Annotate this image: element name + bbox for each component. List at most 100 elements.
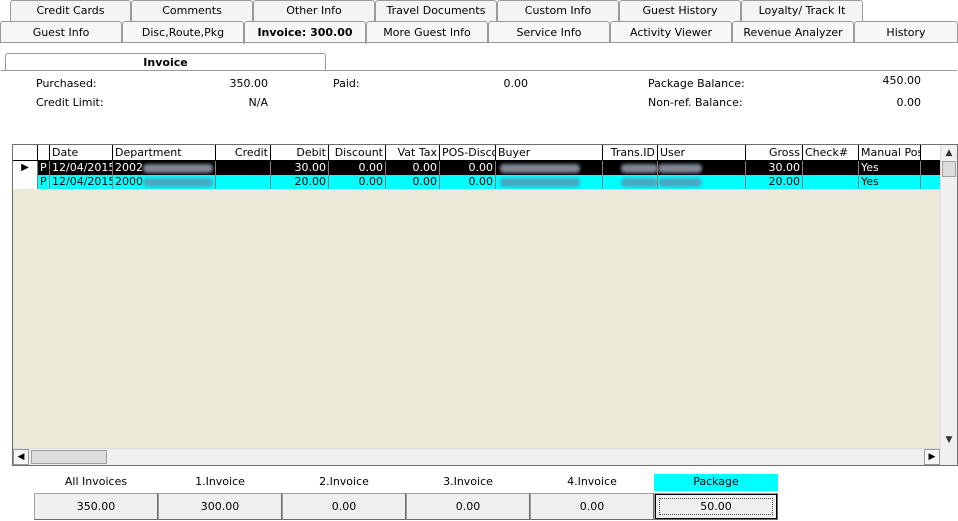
column-header-manual-post[interactable]: Manual Post — [859, 145, 921, 161]
tab-invoice[interactable]: Invoice: 300.00 — [244, 21, 366, 44]
row-discount: 0.00 — [329, 161, 386, 175]
column-header-flag[interactable] — [38, 145, 50, 161]
invoice-4-button[interactable]: 0.00 — [530, 493, 654, 520]
nonref-balance-value: 0.00 — [896, 96, 922, 109]
row-pos-discount: 0.00 — [440, 175, 496, 189]
row-gross: 20.00 — [746, 175, 803, 189]
column-header-buyer[interactable]: Buyer — [496, 145, 603, 161]
paid-value: 0.00 — [503, 77, 529, 90]
column-header-check[interactable]: Check# — [803, 145, 859, 161]
row-department-code: 2000 — [115, 175, 143, 188]
redacted-user — [658, 164, 702, 173]
purchased-value: 350.00 — [229, 77, 269, 90]
tab-other-info[interactable]: Other Info — [253, 0, 375, 21]
row-buyer — [496, 161, 603, 175]
row-user — [658, 161, 746, 175]
redacted-trans-id — [621, 164, 657, 173]
column-header-credit[interactable]: Credit — [216, 145, 271, 161]
tab-guest-history[interactable]: Guest History — [619, 0, 741, 21]
scroll-down-icon[interactable]: ▼ — [941, 432, 957, 448]
vertical-scroll-thumb[interactable] — [942, 161, 956, 177]
tab-history[interactable]: History — [854, 21, 958, 43]
scroll-up-icon[interactable]: ▲ — [941, 145, 957, 161]
package-button[interactable]: 50.00 — [654, 493, 778, 520]
all-invoices-label: All Invoices — [64, 475, 128, 488]
tab-custom-info[interactable]: Custom Info — [497, 0, 619, 21]
nonref-balance-label: Non-ref. Balance: — [648, 96, 743, 109]
invoice-2-button[interactable]: 0.00 — [282, 493, 406, 520]
transactions-grid[interactable]: Date Department Credit Debit Discount Va… — [12, 144, 958, 466]
row-pos-discount: 0.00 — [440, 161, 496, 175]
row-flag: P — [38, 161, 50, 175]
inner-tab-invoice[interactable]: Invoice — [5, 53, 326, 71]
tab-comments[interactable]: Comments — [131, 0, 253, 21]
row-flag: P — [38, 175, 50, 189]
row-credit — [216, 175, 271, 189]
invoice-2-label: 2.Invoice — [319, 475, 369, 488]
redacted-user — [658, 178, 702, 187]
tab-travel-documents[interactable]: Travel Documents — [375, 0, 497, 21]
horizontal-scroll-thumb[interactable] — [31, 450, 107, 464]
row-department: 2000 — [113, 175, 216, 189]
paid-label: Paid: — [333, 77, 360, 90]
column-header-debit[interactable]: Debit — [271, 145, 329, 161]
row-credit — [216, 161, 271, 175]
focus-rectangle — [659, 498, 773, 515]
row-manual-post: Yes — [859, 161, 921, 175]
redacted-buyer — [500, 178, 580, 187]
tab-disc-route-pkg[interactable]: Disc,Route,Pkg — [122, 21, 244, 43]
row-buyer — [496, 175, 603, 189]
invoice-3-button[interactable]: 0.00 — [406, 493, 530, 520]
tab-loyalty-track-it[interactable]: Loyalty/ Track It — [741, 0, 863, 21]
column-header-vat-tax[interactable]: Vat Tax — [386, 145, 440, 161]
redacted-buyer — [500, 164, 580, 173]
row-check — [803, 175, 859, 189]
scroll-left-icon[interactable]: ◀ — [13, 449, 29, 465]
tab-guest-info[interactable]: Guest Info — [0, 21, 122, 43]
invoice-1-button[interactable]: 300.00 — [158, 493, 282, 520]
tab-activity-viewer[interactable]: Activity Viewer — [610, 21, 732, 43]
row-department: 2002 — [113, 161, 216, 175]
row-debit: 20.00 — [271, 175, 329, 189]
row-debit: 30.00 — [271, 161, 329, 175]
row-manual-post: Yes — [859, 175, 921, 189]
row-trans-id — [603, 161, 658, 175]
column-header-date[interactable]: Date — [50, 145, 113, 161]
tab-credit-cards[interactable]: Credit Cards — [10, 0, 131, 21]
row-user — [658, 175, 746, 189]
tab-more-guest-info[interactable]: More Guest Info — [366, 21, 488, 43]
credit-limit-value: N/A — [248, 96, 268, 109]
redacted-department-name — [143, 164, 213, 173]
row-vat-tax: 0.00 — [386, 175, 440, 189]
package-balance-label: Package Balance: — [648, 77, 745, 90]
horizontal-scrollbar[interactable]: ◀ ▶ — [13, 448, 941, 465]
column-header-discount[interactable]: Discount — [329, 145, 386, 161]
row-department-code: 2002 — [115, 161, 143, 174]
redacted-department-name — [143, 178, 213, 187]
invoice-4-label: 4.Invoice — [567, 475, 617, 488]
column-header-department[interactable]: Department — [113, 145, 216, 161]
scroll-right-icon[interactable]: ▶ — [924, 449, 940, 465]
column-header-user[interactable]: User — [658, 145, 746, 161]
row-pointer-icon: ▶ — [13, 161, 38, 175]
table-row[interactable]: P 12/04/2015 2000 20.00 0.00 0.00 0.00 2… — [13, 175, 941, 189]
row-discount: 0.00 — [329, 175, 386, 189]
purchased-label: Purchased: — [36, 77, 97, 90]
invoice-1-label: 1.Invoice — [195, 475, 245, 488]
grid-header: Date Department Credit Debit Discount Va… — [13, 145, 941, 161]
column-header-trans-id[interactable]: Trans.ID — [603, 145, 658, 161]
row-indicator — [13, 175, 38, 189]
credit-limit-label: Credit Limit: — [36, 96, 104, 109]
column-header-pos-discount[interactable]: POS-Discou — [440, 145, 496, 161]
all-invoices-button[interactable]: 350.00 — [34, 493, 158, 520]
column-header-indicator[interactable] — [13, 145, 38, 161]
tab-revenue-analyzer[interactable]: Revenue Analyzer — [732, 21, 854, 43]
table-row[interactable]: ▶ P 12/04/2015 2002 30.00 0.00 0.00 0.00… — [13, 161, 941, 175]
vertical-scrollbar[interactable]: ▲ ▼ — [940, 145, 957, 465]
row-vat-tax: 0.00 — [386, 161, 440, 175]
row-trans-id — [603, 175, 658, 189]
row-date: 12/04/2015 — [52, 161, 113, 175]
invoice-3-label: 3.Invoice — [443, 475, 493, 488]
tab-service-info[interactable]: Service Info — [488, 21, 610, 43]
column-header-gross[interactable]: Gross — [746, 145, 803, 161]
